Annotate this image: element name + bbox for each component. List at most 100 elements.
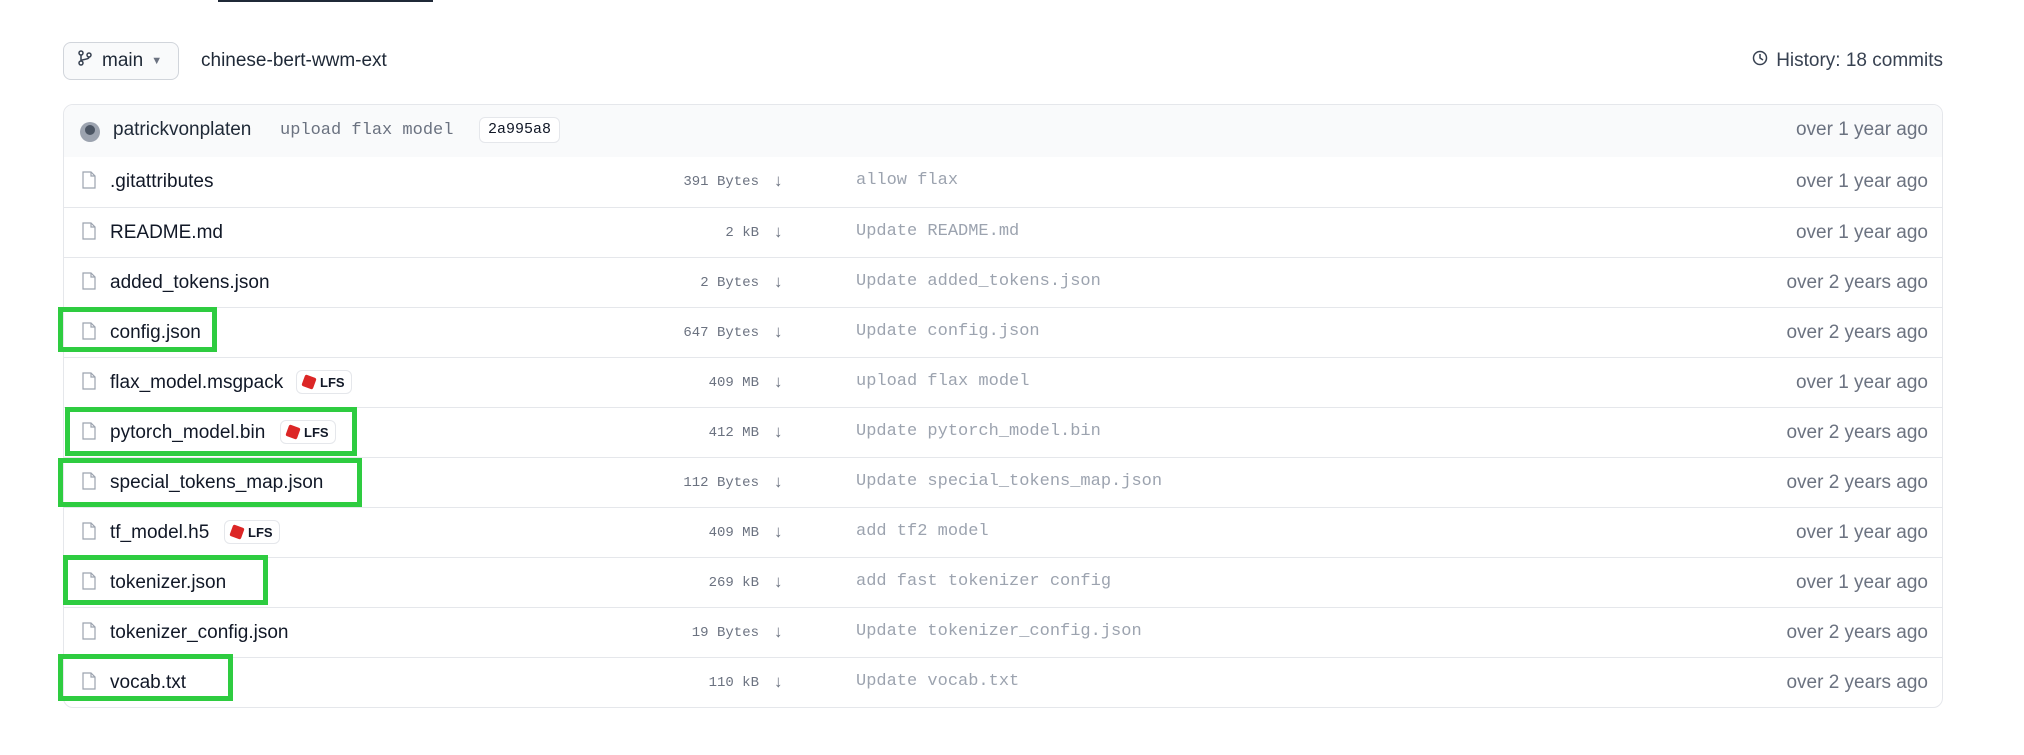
file-commit-message[interactable]: Update tokenizer_config.json	[856, 622, 1142, 641]
file-name[interactable]: tokenizer.json	[110, 572, 226, 594]
file-size: 19 Bytes	[691, 625, 759, 641]
file-commit-message[interactable]: Update README.md	[856, 222, 1019, 241]
file-commit-message[interactable]: add tf2 model	[856, 522, 989, 541]
chevron-down-icon: ▼	[151, 55, 163, 67]
lfs-badge: LFS	[280, 420, 336, 444]
download-arrow-icon[interactable]: ↓	[774, 472, 783, 492]
file-commit-message[interactable]: Update pytorch_model.bin	[856, 422, 1101, 441]
history-link[interactable]: History: 18 commits	[1752, 50, 1943, 72]
file-size: 412 MB	[708, 425, 759, 441]
file-commit-time: over 1 year ago	[1795, 222, 1928, 243]
file-commit-time: over 1 year ago	[1795, 522, 1928, 543]
file-size: 112 Bytes	[683, 475, 759, 491]
file-name[interactable]: added_tokens.json	[110, 272, 270, 294]
file-commit-time: over 1 year ago	[1795, 372, 1928, 393]
file-commit-message[interactable]: Update config.json	[856, 322, 1040, 341]
file-icon	[82, 171, 96, 189]
file-commit-time: over 2 years ago	[1786, 672, 1928, 693]
clock-icon	[1752, 50, 1768, 72]
lfs-cube-icon	[301, 374, 317, 390]
file-commit-time: over 2 years ago	[1786, 322, 1928, 343]
file-commit-time: over 2 years ago	[1786, 472, 1928, 493]
file-row[interactable]: tokenizer_config.json 19 Bytes ↓ Update …	[64, 607, 1942, 657]
download-arrow-icon[interactable]: ↓	[774, 522, 783, 542]
lfs-cube-icon	[229, 524, 245, 540]
file-name[interactable]: tf_model.h5	[110, 522, 209, 544]
file-size: 409 MB	[708, 525, 759, 541]
file-icon	[82, 522, 96, 540]
file-commit-time: over 1 year ago	[1795, 572, 1928, 593]
download-arrow-icon[interactable]: ↓	[774, 272, 783, 292]
file-icon	[82, 572, 96, 590]
file-name[interactable]: vocab.txt	[110, 672, 186, 694]
branch-selector[interactable]: main ▼	[63, 42, 179, 80]
file-row[interactable]: tokenizer.json 269 kB ↓ add fast tokeniz…	[64, 557, 1942, 607]
file-row[interactable]: .gitattributes 391 Bytes ↓ allow flax ov…	[64, 157, 1942, 207]
file-icon	[82, 472, 96, 490]
file-size: 269 kB	[708, 575, 759, 591]
file-row[interactable]: special_tokens_map.json 112 Bytes ↓ Upda…	[64, 457, 1942, 507]
download-arrow-icon[interactable]: ↓	[774, 422, 783, 442]
file-icon	[82, 322, 96, 340]
file-size: 2 Bytes	[700, 275, 759, 291]
avatar[interactable]	[80, 122, 100, 142]
history-label: History: 18 commits	[1776, 50, 1943, 71]
file-row[interactable]: added_tokens.json 2 Bytes ↓ Update added…	[64, 257, 1942, 307]
download-arrow-icon[interactable]: ↓	[774, 372, 783, 392]
file-row[interactable]: pytorch_model.bin LFS 412 MB ↓ Update py…	[64, 407, 1942, 457]
last-commit-row: patrickvonplaten upload flax model 2a995…	[64, 105, 1942, 157]
file-name[interactable]: config.json	[110, 322, 201, 344]
download-arrow-icon[interactable]: ↓	[774, 672, 783, 692]
lfs-badge: LFS	[224, 520, 280, 544]
file-commit-message[interactable]: Update special_tokens_map.json	[856, 472, 1162, 491]
branch-icon	[78, 50, 92, 72]
file-icon	[82, 422, 96, 440]
file-commit-time: over 1 year ago	[1795, 171, 1928, 192]
file-table: patrickvonplaten upload flax model 2a995…	[63, 104, 1943, 708]
file-name[interactable]: README.md	[110, 222, 223, 244]
file-name[interactable]: flax_model.msgpack	[110, 372, 283, 394]
repo-toolbar: main ▼ chinese-bert-wwm-ext History: 18 …	[63, 42, 1943, 82]
file-commit-message[interactable]: Update vocab.txt	[856, 672, 1019, 691]
lfs-badge: LFS	[296, 370, 352, 394]
lfs-cube-icon	[285, 424, 301, 440]
file-icon	[82, 622, 96, 640]
file-row[interactable]: flax_model.msgpack LFS 409 MB ↓ upload f…	[64, 357, 1942, 407]
file-name[interactable]: tokenizer_config.json	[110, 622, 289, 644]
download-arrow-icon[interactable]: ↓	[774, 222, 783, 242]
file-icon	[82, 272, 96, 290]
file-size: 110 kB	[708, 675, 759, 691]
download-arrow-icon[interactable]: ↓	[774, 171, 783, 191]
commit-message[interactable]: upload flax model	[280, 121, 453, 140]
file-commit-time: over 2 years ago	[1786, 422, 1928, 443]
file-name[interactable]: .gitattributes	[110, 171, 214, 193]
branch-name: main	[102, 50, 144, 71]
download-arrow-icon[interactable]: ↓	[774, 322, 783, 342]
file-row[interactable]: tf_model.h5 LFS 409 MB ↓ add tf2 model o…	[64, 507, 1942, 557]
file-size: 409 MB	[708, 375, 759, 391]
download-arrow-icon[interactable]: ↓	[774, 622, 783, 642]
file-row[interactable]: config.json 647 Bytes ↓ Update config.js…	[64, 307, 1942, 357]
file-name[interactable]: pytorch_model.bin	[110, 422, 265, 444]
active-tab-underline	[218, 0, 433, 2]
file-icon	[82, 222, 96, 240]
file-commit-message[interactable]: upload flax model	[856, 372, 1029, 391]
file-commit-time: over 2 years ago	[1786, 272, 1928, 293]
file-commit-time: over 2 years ago	[1786, 622, 1928, 643]
file-size: 2 kB	[725, 225, 759, 241]
lfs-label: LFS	[320, 374, 345, 390]
file-commit-message[interactable]: Update added_tokens.json	[856, 272, 1101, 291]
lfs-label: LFS	[304, 424, 329, 440]
lfs-label: LFS	[248, 524, 273, 540]
download-arrow-icon[interactable]: ↓	[774, 572, 783, 592]
file-row[interactable]: README.md 2 kB ↓ Update README.md over 1…	[64, 207, 1942, 257]
commit-author[interactable]: patrickvonplaten	[113, 119, 251, 141]
file-commit-message[interactable]: add fast tokenizer config	[856, 572, 1111, 591]
commit-hash-badge[interactable]: 2a995a8	[479, 117, 561, 143]
file-name[interactable]: special_tokens_map.json	[110, 472, 323, 494]
file-size: 391 Bytes	[683, 174, 759, 190]
file-icon	[82, 372, 96, 390]
file-commit-message[interactable]: allow flax	[856, 171, 958, 190]
repo-path: chinese-bert-wwm-ext	[201, 50, 387, 71]
file-row[interactable]: vocab.txt 110 kB ↓ Update vocab.txt over…	[64, 657, 1942, 707]
